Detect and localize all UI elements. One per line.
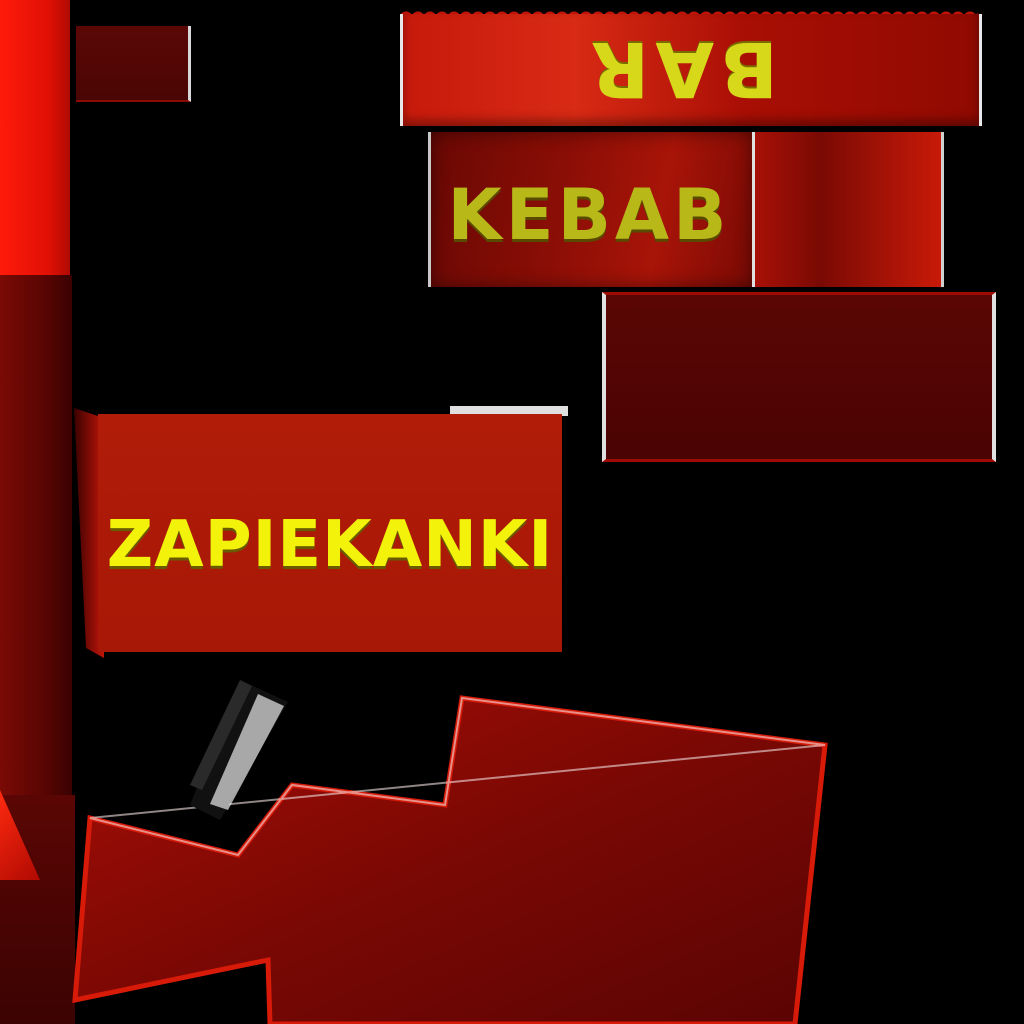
left-dark-strip: [0, 275, 72, 795]
small-dark-tile: [76, 26, 191, 102]
bar-sign-text: BAR: [584, 25, 778, 114]
left-red-strip: [0, 0, 70, 275]
black-handle: [190, 680, 288, 820]
dark-right-panel: [602, 292, 996, 462]
kebab-side-panel: [752, 132, 944, 287]
zapiekanki-sign-text: ZAPIEKANKI: [106, 508, 554, 582]
kebab-sign-text: KEBAB: [447, 174, 731, 256]
